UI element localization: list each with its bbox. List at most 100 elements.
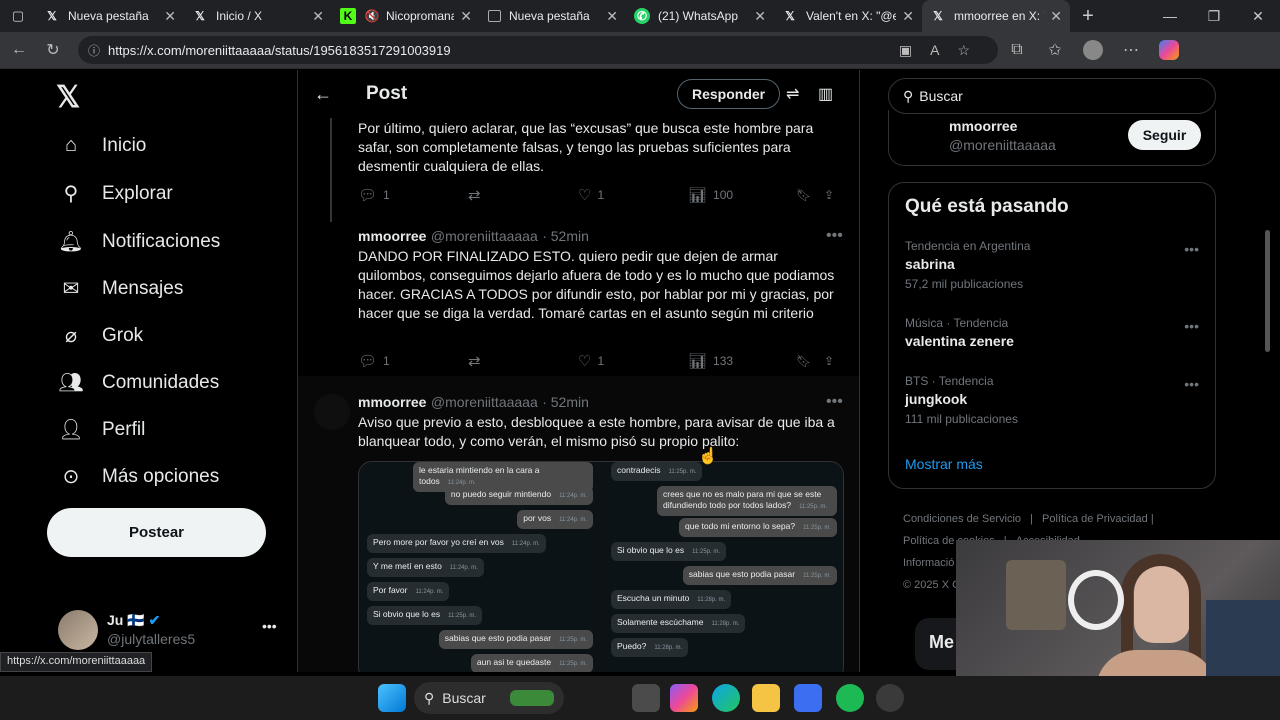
- tweet[interactable]: Por último, quiero aclarar, que las “exc…: [298, 118, 859, 226]
- chat-bubble: sabias que esto podia pasar 11:25p. m.: [438, 630, 593, 649]
- tweet-time[interactable]: · 52min: [542, 228, 589, 244]
- tweet-image[interactable]: le estaria mintiendo en la cara a todos 1…: [358, 461, 844, 672]
- avatar[interactable]: [314, 394, 350, 430]
- extensions-icon[interactable]: ⧉: [998, 41, 1036, 59]
- bookmark-icon[interactable]: 🔖︎: [796, 188, 824, 202]
- url-field[interactable]: ⓘ https://x.com/moreniittaaaaa/status/19…: [78, 36, 998, 64]
- sidebar-item-grok[interactable]: ⌀ Grok: [58, 323, 143, 348]
- url-actions-icon[interactable]: ▣A☆: [899, 42, 988, 59]
- like-action[interactable]: ♡ 1: [578, 352, 688, 370]
- close-icon[interactable]: ✕: [902, 8, 914, 25]
- retweet-action[interactable]: ⇄: [468, 352, 578, 370]
- store-icon[interactable]: [794, 684, 822, 712]
- browser-tab[interactable]: Nueva pestaña ✕: [480, 0, 626, 32]
- edge-icon[interactable]: [712, 684, 740, 712]
- windows-start-icon[interactable]: [378, 684, 406, 712]
- tweet-author-name[interactable]: mmoorree: [358, 228, 426, 244]
- like-action[interactable]: ♡ 1: [578, 186, 688, 204]
- sidebar-item-explorar[interactable]: ⚲ Explorar: [58, 181, 173, 206]
- file-explorer-icon[interactable]: [752, 684, 780, 712]
- task-view-icon[interactable]: [632, 684, 660, 712]
- tweet-more-icon[interactable]: •••: [826, 393, 843, 411]
- back-arrow-icon[interactable]: ←: [314, 84, 332, 105]
- maximize-icon[interactable]: ❐: [1192, 8, 1236, 25]
- views-action[interactable]: 📊︎ 133: [688, 352, 796, 370]
- reply-action[interactable]: 💬︎ 1: [358, 186, 468, 204]
- sidebar-item-mas-opciones[interactable]: ⊙ Más opciones: [58, 464, 220, 489]
- tweet-more-icon[interactable]: •••: [826, 227, 843, 245]
- chat-bubble: Solamente escúchame 11:28p. m.: [611, 614, 746, 633]
- back-icon[interactable]: ←: [2, 41, 36, 59]
- reply-action[interactable]: 💬︎ 1: [358, 352, 468, 370]
- close-icon[interactable]: ✕: [606, 8, 618, 25]
- bookmark-icon[interactable]: 🔖︎: [796, 354, 824, 368]
- app-icon[interactable]: [876, 684, 904, 712]
- window-close-icon[interactable]: ✕: [1236, 8, 1280, 25]
- trend-context: Música · Tendencia: [905, 316, 1009, 330]
- footer-link[interactable]: Condiciones de Servicio: [903, 513, 1021, 525]
- tab-actions-icon[interactable]: ▢: [0, 0, 36, 32]
- refresh-icon[interactable]: ↻: [36, 40, 70, 60]
- close-icon[interactable]: ✕: [754, 8, 766, 25]
- share-icon[interactable]: ⇪: [824, 188, 834, 202]
- trend-item[interactable]: BTS · Tendencia jungkook 111 mil publica…: [905, 374, 1205, 426]
- browser-tab[interactable]: K 🔇 Nicopromana ✕: [332, 0, 480, 32]
- follow-handle[interactable]: @moreniittaaaaa: [949, 137, 1056, 153]
- sidebar-item-notificaciones[interactable]: 🔔︎ Notificaciones: [58, 229, 220, 254]
- tweet-time[interactable]: · 52min: [542, 394, 589, 410]
- retweet-action[interactable]: ⇄: [468, 186, 578, 204]
- close-icon[interactable]: ✕: [312, 8, 324, 25]
- taskbar-search[interactable]: ⚲ Buscar: [414, 682, 564, 714]
- post-button[interactable]: Postear: [47, 508, 266, 557]
- close-icon[interactable]: ✕: [1050, 8, 1062, 25]
- search-input[interactable]: ⚲ Buscar: [888, 78, 1216, 114]
- trend-item[interactable]: Música · Tendencia valentina zenere: [905, 316, 1205, 349]
- tweet[interactable]: mmoorree @moreniittaaaaa · 52min ••• Avi…: [298, 376, 859, 672]
- avatar[interactable]: [58, 610, 98, 650]
- new-tab-icon[interactable]: +: [1070, 5, 1106, 28]
- site-info-icon[interactable]: ⓘ: [88, 42, 100, 59]
- browser-tab[interactable]: 𝕏 Inicio / X ✕: [184, 0, 332, 32]
- copilot-icon[interactable]: [1150, 40, 1188, 60]
- share-icon[interactable]: ⇪: [824, 354, 834, 368]
- browser-tab[interactable]: 𝕏 Valen't en X: "@e ✕: [774, 0, 922, 32]
- reply-button[interactable]: Responder: [677, 79, 781, 109]
- tweet[interactable]: mmoorree @moreniittaaaaa · 52min ••• DAN…: [298, 226, 859, 376]
- follow-button[interactable]: Seguir: [1128, 120, 1201, 150]
- trend-item[interactable]: Tendencia en Argentina sabrina 57,2 mil …: [905, 239, 1205, 291]
- close-icon[interactable]: ✕: [164, 8, 176, 25]
- copilot-taskbar-icon[interactable]: [670, 684, 698, 712]
- tweet-author-handle[interactable]: @moreniittaaaaa: [431, 394, 538, 410]
- chat-bubble-text: aun asi te quedaste: [476, 657, 552, 667]
- x-logo-icon[interactable]: 𝕏: [56, 80, 80, 115]
- close-icon[interactable]: ✕: [460, 8, 472, 25]
- filter-icon[interactable]: ⇌: [786, 84, 799, 104]
- footer-link[interactable]: Política de Privacidad: [1042, 513, 1148, 525]
- tweet-author-name[interactable]: mmoorree: [358, 394, 426, 410]
- page-scrollbar[interactable]: [1265, 230, 1270, 352]
- sidebar-item-inicio[interactable]: ⌂ Inicio: [58, 134, 146, 157]
- footer-link[interactable]: Informació: [903, 557, 954, 569]
- trend-more-icon[interactable]: •••: [1184, 376, 1199, 392]
- reader-icon[interactable]: ▥: [818, 84, 833, 104]
- sidebar-item-mensajes[interactable]: ✉ Mensajes: [58, 276, 184, 301]
- browser-tab-active[interactable]: 𝕏 mmoorree en X: " ✕: [922, 0, 1070, 32]
- browser-tab[interactable]: 𝕏 Nueva pestaña ✕: [36, 0, 184, 32]
- views-action[interactable]: 📊︎ 100: [688, 186, 796, 204]
- sidebar-item-comunidades[interactable]: 👥︎ Comunidades: [58, 370, 219, 395]
- account-menu-icon[interactable]: •••: [262, 618, 277, 634]
- trend-more-icon[interactable]: •••: [1184, 241, 1199, 257]
- minimize-icon[interactable]: —: [1148, 8, 1192, 24]
- follow-name[interactable]: mmoorree: [949, 118, 1017, 134]
- sidebar-item-perfil[interactable]: 👤︎ Perfil: [58, 417, 145, 442]
- show-more-link[interactable]: Mostrar más: [905, 456, 983, 472]
- profile-avatar[interactable]: [1074, 40, 1112, 60]
- menu-icon[interactable]: ⋯: [1112, 40, 1150, 60]
- trend-more-icon[interactable]: •••: [1184, 318, 1199, 334]
- favorites-icon[interactable]: ✩: [1036, 40, 1074, 60]
- browser-tab[interactable]: ✆ (21) WhatsApp ✕: [626, 0, 774, 32]
- chat-bubble: Y me metí en esto 11:24p. m.: [367, 558, 484, 577]
- spotify-icon[interactable]: [836, 684, 864, 712]
- muted-speaker-icon[interactable]: 🔇: [364, 8, 380, 24]
- tweet-author-handle[interactable]: @moreniittaaaaa: [431, 228, 538, 244]
